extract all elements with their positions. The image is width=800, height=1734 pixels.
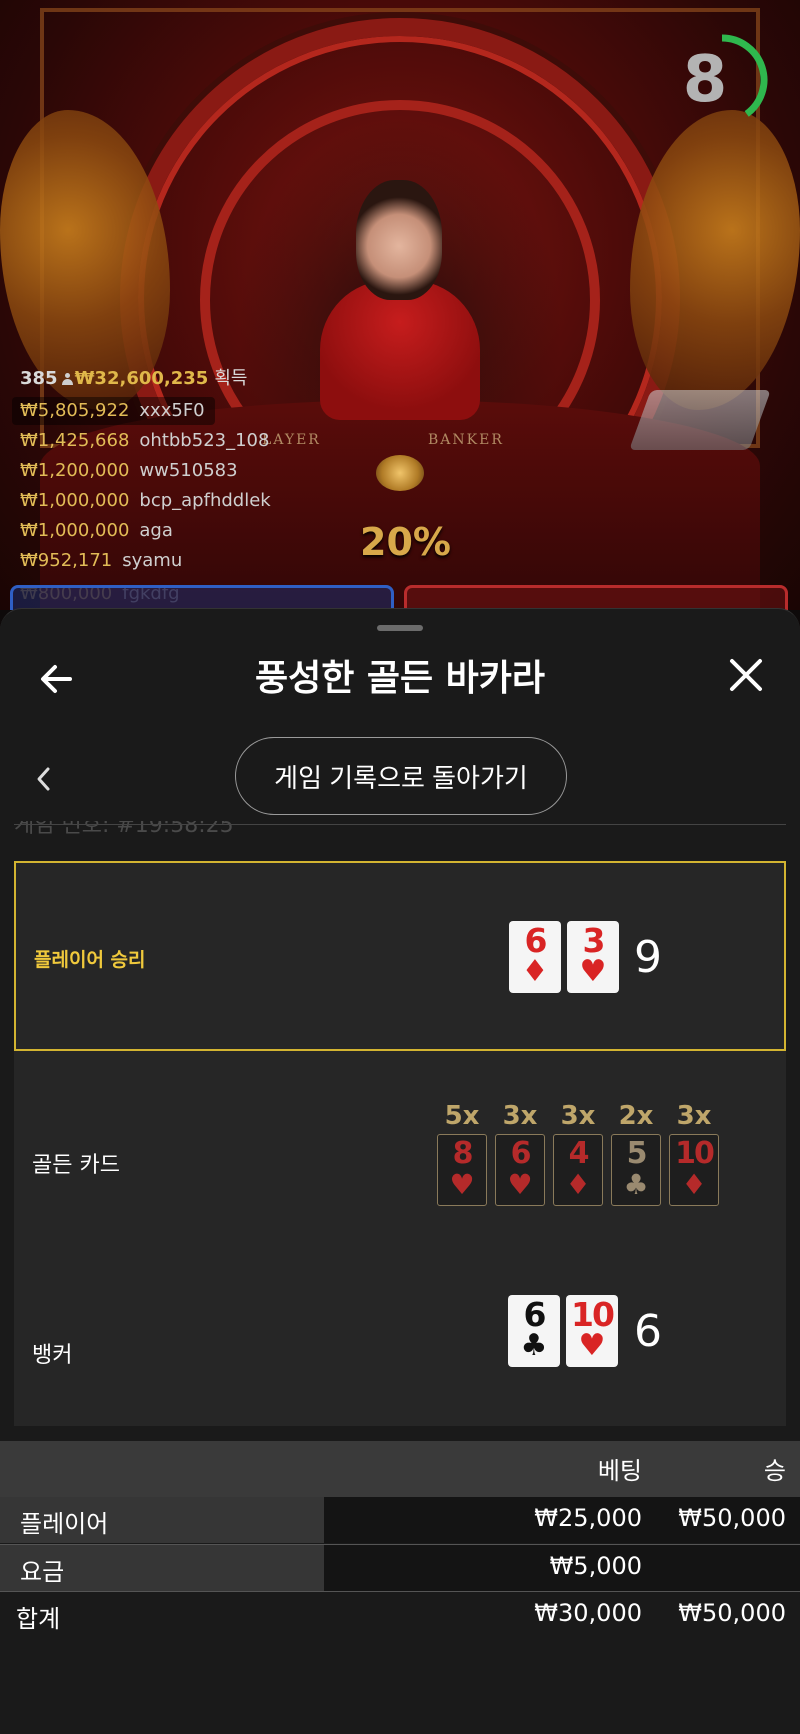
bet-amount: ₩25,000 — [534, 1504, 642, 1532]
winner-row: ₩5,805,922 xxx5F0 — [12, 397, 215, 425]
table-row: 플레이어 ₩25,000 ₩50,000 — [0, 1497, 800, 1543]
person-icon — [61, 373, 73, 385]
golden-card: 6 ♥ — [495, 1134, 545, 1206]
player-result-row: 플레이어 승리 6 ♦ 3 ♥ 9 — [14, 861, 786, 1051]
result-panel: 플레이어 승리 6 ♦ 3 ♥ 9 골든 카드 5x 3x 3x 2x 3x 8… — [14, 861, 786, 1426]
winners-suffix: 획득 — [214, 368, 248, 389]
diamond-icon: ♦ — [681, 1168, 707, 1201]
player-card: 3 ♥ — [567, 921, 619, 993]
player-score: 9 — [634, 932, 662, 983]
bet-label: 요금 — [20, 1558, 65, 1586]
golden-card: 4 ♦ — [553, 1134, 603, 1206]
total-label: 합계 — [16, 1605, 61, 1633]
back-to-history-button[interactable]: 게임 기록으로 돌아가기 — [235, 737, 567, 815]
diamond-icon: ♦ — [521, 954, 549, 989]
winner-row: ₩1,000,000 aga — [20, 517, 173, 545]
winner-amount: ₩1,200,000 — [20, 460, 130, 481]
bet-spot-banker[interactable] — [404, 585, 788, 610]
winner-name: xxx5F0 — [139, 400, 205, 421]
golden-multiplier: 2x — [618, 1101, 654, 1131]
banker-label: 뱅커 — [32, 1343, 73, 1368]
live-video: LAYER BANKER 8 385 ₩32,600,235 획득 ₩5,805,9… — [0, 0, 800, 610]
bet-table-header: 베팅 승 — [0, 1441, 800, 1497]
header-bet: 베팅 — [597, 1457, 642, 1485]
gold-coin-stand — [376, 455, 424, 491]
golden-card: 10 ♦ — [669, 1134, 719, 1206]
winner-amount: ₩952,171 — [20, 550, 113, 571]
winner-amount: ₩1,425,668 — [20, 430, 130, 451]
heart-icon: ♥ — [449, 1168, 475, 1201]
winners-count: 385 — [20, 368, 58, 389]
golden-multiplier: 5x — [444, 1101, 480, 1131]
winners-total: ₩32,600,235 — [74, 368, 209, 389]
player-card: 6 ♦ — [509, 921, 561, 993]
win-amount: ₩50,000 — [678, 1504, 786, 1532]
game-history-sheet: 풍성한 골든 바카라 게임 기록으로 돌아가기 게임 번호: #19:58:25… — [0, 608, 800, 1734]
winner-row: ₩1,000,000 bcp_apfhddlek — [20, 487, 271, 515]
winner-amount: ₩1,000,000 — [20, 490, 130, 511]
dealer-head — [356, 180, 442, 300]
winner-row: ₩952,171 syamu — [20, 547, 182, 575]
golden-multiplier: 3x — [560, 1101, 596, 1131]
player-result-label: 플레이어 승리 — [34, 949, 146, 971]
heart-icon: ♥ — [579, 954, 607, 989]
banker-score: 6 — [634, 1306, 662, 1357]
winner-name: ohtbb523_108 — [139, 430, 270, 451]
table-total-row: 합계 ₩30,000 ₩50,000 — [0, 1591, 800, 1637]
winner-name: ww510583 — [139, 460, 238, 481]
card-shoe — [629, 390, 771, 450]
table-label-banker: BANKER — [428, 432, 504, 448]
divider — [14, 824, 786, 825]
winner-amount: ₩5,805,922 — [20, 400, 130, 421]
close-icon[interactable] — [724, 653, 768, 697]
sheet-title: 풍성한 골든 바카라 — [254, 658, 546, 699]
countdown-timer: 8 — [682, 43, 728, 117]
winners-summary: 385 ₩32,600,235 획득 — [20, 364, 247, 390]
golden-multiplier: 3x — [676, 1101, 712, 1131]
heart-icon: ♥ — [507, 1168, 533, 1201]
winner-row: ₩1,425,668 ohtbb523_108 — [20, 427, 269, 455]
heart-icon: ♥ — [578, 1328, 606, 1363]
club-icon: ♣ — [520, 1328, 548, 1363]
winner-row: ₩1,200,000 ww510583 — [20, 457, 238, 485]
chevron-left-icon[interactable] — [30, 759, 60, 799]
total-bet: ₩30,000 — [534, 1599, 642, 1627]
header-win: 승 — [763, 1457, 786, 1485]
golden-card-label: 골든 카드 — [32, 1153, 120, 1178]
table-label-player: LAYER — [262, 432, 321, 448]
bet-spot-player[interactable] — [10, 585, 394, 610]
diamond-icon: ♦ — [565, 1168, 591, 1201]
total-win: ₩50,000 — [678, 1599, 786, 1627]
drag-handle[interactable] — [377, 625, 423, 631]
winner-name: syamu — [122, 550, 183, 571]
golden-card: 5 ♣ — [611, 1134, 661, 1206]
winner-amount: ₩1,000,000 — [20, 520, 130, 541]
payout-badge: 20% — [360, 520, 451, 564]
table-row: 요금 ₩5,000 — [0, 1544, 800, 1591]
bet-label: 플레이어 — [20, 1510, 109, 1538]
winner-name: bcp_apfhddlek — [139, 490, 271, 511]
dealer-body — [320, 280, 480, 420]
banker-card: 10 ♥ — [566, 1295, 618, 1367]
golden-card: 8 ♥ — [437, 1134, 487, 1206]
bet-amount: ₩5,000 — [549, 1552, 642, 1580]
golden-multiplier: 3x — [502, 1101, 538, 1131]
banker-card: 6 ♣ — [508, 1295, 560, 1367]
winner-name: aga — [139, 520, 173, 541]
club-icon: ♣ — [623, 1168, 649, 1201]
